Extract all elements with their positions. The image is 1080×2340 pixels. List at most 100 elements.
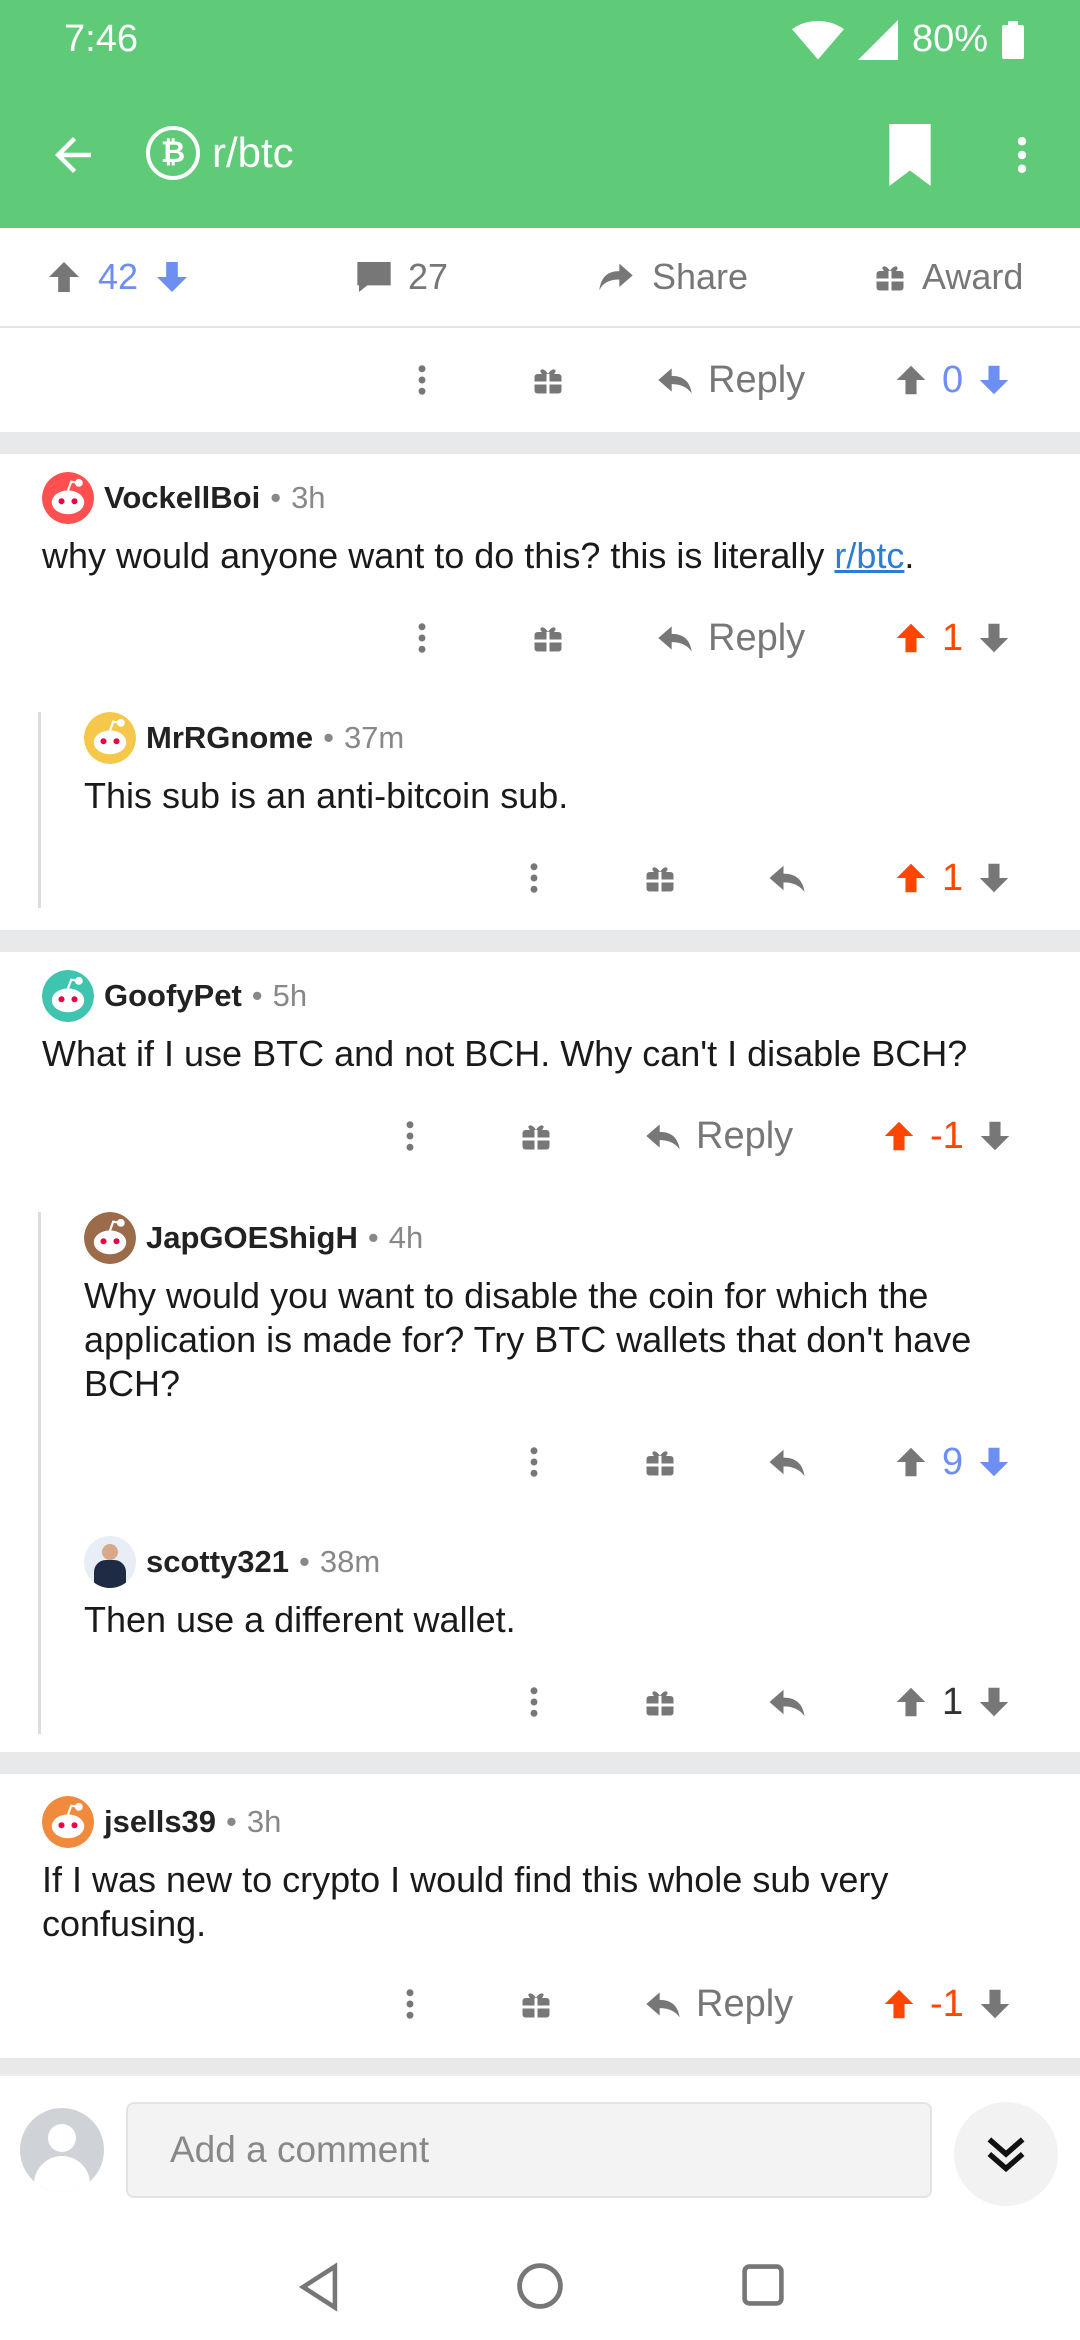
username[interactable]: jsells39 bbox=[104, 1804, 216, 1840]
username[interactable]: MrRGnome bbox=[146, 720, 313, 756]
comment-header: scotty321 • 38m bbox=[84, 1536, 380, 1588]
comment-time: 38m bbox=[319, 1544, 381, 1579]
more-icon[interactable] bbox=[516, 1672, 552, 1732]
chevron-double-down-icon bbox=[987, 2137, 1025, 2173]
comment-header: GoofyPet • 5h bbox=[42, 970, 307, 1022]
username[interactable]: VockellBoi bbox=[104, 480, 260, 516]
more-icon[interactable] bbox=[404, 350, 440, 410]
downvote-icon[interactable] bbox=[975, 618, 1013, 658]
comment-body: This sub is an anti-bitcoin sub. bbox=[84, 775, 569, 816]
comment-score: 1 bbox=[942, 856, 964, 899]
downvote-icon[interactable] bbox=[975, 1682, 1013, 1722]
comment-body: Then use a different wallet. bbox=[84, 1599, 516, 1640]
comment-score: 9 bbox=[942, 1440, 964, 1483]
avatar[interactable] bbox=[84, 712, 136, 764]
reply-label: Reply bbox=[708, 616, 806, 659]
status-bar: 7:46 80% bbox=[0, 0, 1080, 84]
username[interactable]: GoofyPet bbox=[104, 978, 242, 1014]
comment-score: -1 bbox=[930, 1114, 964, 1157]
post-score: 42 bbox=[98, 256, 139, 297]
subreddit-title[interactable]: ₿ r/btc bbox=[146, 126, 294, 180]
comment-body: What if I use BTC and not BCH. Why can't… bbox=[42, 1033, 968, 1074]
avatar[interactable] bbox=[84, 1212, 136, 1264]
upvote-icon[interactable] bbox=[892, 1442, 930, 1482]
downvote-icon[interactable] bbox=[152, 256, 192, 298]
award-button[interactable]: Award bbox=[872, 256, 1023, 298]
username[interactable]: scotty321 bbox=[146, 1544, 289, 1580]
downvote-icon[interactable] bbox=[975, 1442, 1013, 1482]
battery-percent: 80% bbox=[911, 18, 988, 60]
reply-icon[interactable] bbox=[766, 1672, 808, 1732]
more-options-icon[interactable] bbox=[1000, 128, 1044, 182]
comment-time: 4h bbox=[388, 1220, 424, 1255]
upvote-icon[interactable] bbox=[892, 360, 930, 400]
comment-body: If I was new to crypto I would find this… bbox=[42, 1859, 889, 1944]
upvote-icon[interactable] bbox=[880, 1984, 918, 2024]
comment-score: 1 bbox=[942, 616, 964, 659]
username[interactable]: JapGOEShigH bbox=[146, 1220, 358, 1256]
more-icon[interactable] bbox=[516, 1432, 552, 1492]
comment-actions: 1 bbox=[0, 1672, 1080, 1732]
avatar[interactable] bbox=[84, 1536, 136, 1588]
gift-icon[interactable] bbox=[530, 360, 566, 400]
gift-icon[interactable] bbox=[518, 1986, 554, 2022]
upvote-icon[interactable] bbox=[44, 256, 84, 298]
user-avatar[interactable] bbox=[20, 2108, 104, 2192]
downvote-icon[interactable] bbox=[975, 858, 1013, 898]
nav-home-icon[interactable] bbox=[516, 2262, 564, 2310]
comment-score: 0 bbox=[942, 358, 964, 401]
upvote-icon[interactable] bbox=[880, 1116, 918, 1156]
post-action-bar: 42 27 Share Award bbox=[0, 228, 1080, 326]
add-comment-placeholder: Add a comment bbox=[170, 2129, 430, 2170]
more-icon[interactable] bbox=[392, 1974, 428, 2034]
reply-icon[interactable] bbox=[766, 848, 808, 908]
nav-recents-icon[interactable] bbox=[740, 2262, 786, 2308]
reply-button[interactable]: Reply bbox=[654, 608, 805, 668]
avatar[interactable] bbox=[42, 1796, 94, 1848]
gift-icon[interactable] bbox=[642, 1444, 678, 1480]
reply-button[interactable]: Reply bbox=[642, 1974, 793, 2034]
upvote-icon[interactable] bbox=[892, 858, 930, 898]
more-icon[interactable] bbox=[392, 1106, 428, 1166]
comment-body: Why would you want to disable the coin f… bbox=[84, 1275, 972, 1404]
vote-group: 9 bbox=[892, 1432, 1013, 1492]
gift-icon[interactable] bbox=[642, 860, 678, 896]
upvote-icon[interactable] bbox=[892, 618, 930, 658]
back-arrow-icon[interactable] bbox=[46, 128, 100, 182]
more-icon[interactable] bbox=[404, 608, 440, 668]
add-comment-input[interactable]: Add a comment bbox=[126, 2102, 932, 2198]
collapse-button[interactable] bbox=[954, 2102, 1058, 2206]
downvote-icon[interactable] bbox=[975, 360, 1013, 400]
comment-icon bbox=[357, 262, 391, 292]
more-icon[interactable] bbox=[516, 848, 552, 908]
reply-icon bbox=[642, 1984, 684, 2024]
downvote-icon[interactable] bbox=[976, 1984, 1014, 2024]
share-label: Share bbox=[652, 256, 749, 297]
comment-actions: 9 bbox=[0, 1432, 1080, 1492]
subreddit-link[interactable]: r/btc bbox=[834, 535, 904, 576]
comment-header: MrRGnome • 37m bbox=[84, 712, 404, 764]
comment-actions: Reply -1 bbox=[0, 1106, 1080, 1166]
gift-icon[interactable] bbox=[530, 620, 566, 656]
share-button[interactable]: Share bbox=[594, 256, 748, 298]
gift-icon[interactable] bbox=[518, 1118, 554, 1154]
gift-icon[interactable] bbox=[642, 1684, 678, 1720]
avatar[interactable] bbox=[42, 970, 94, 1022]
avatar[interactable] bbox=[42, 472, 94, 524]
reply-icon[interactable] bbox=[766, 1432, 808, 1492]
comment-actions: Reply 0 bbox=[0, 350, 1080, 410]
comments-count-button[interactable]: 27 bbox=[354, 256, 448, 298]
nav-back-icon[interactable] bbox=[296, 2262, 342, 2312]
vote-group: -1 bbox=[880, 1974, 1014, 2034]
bookmark-icon[interactable] bbox=[884, 124, 936, 186]
comment-score: -1 bbox=[930, 1982, 964, 2025]
reply-button[interactable]: Reply bbox=[642, 1106, 793, 1166]
reply-label: Reply bbox=[696, 1114, 794, 1157]
bitcoin-icon: ₿ bbox=[146, 126, 200, 180]
downvote-icon[interactable] bbox=[976, 1116, 1014, 1156]
vote-group: 1 bbox=[892, 608, 1013, 668]
reply-button[interactable]: Reply bbox=[654, 350, 805, 410]
upvote-icon[interactable] bbox=[892, 1682, 930, 1722]
vote-group: -1 bbox=[880, 1106, 1014, 1166]
status-time: 7:46 bbox=[64, 18, 138, 60]
